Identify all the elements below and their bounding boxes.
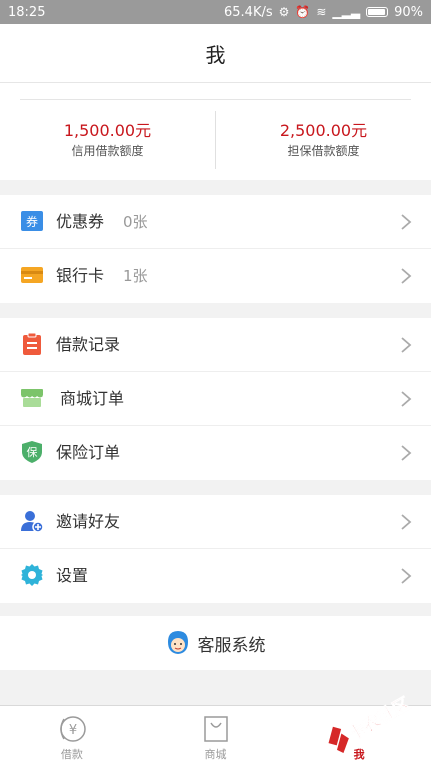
status-indicators: 65.4K/s ⚙ ⏰ ≋ ▁▂▃ 90% <box>224 5 423 20</box>
battery-level: 90% <box>394 4 423 20</box>
menu-item-label: 银行卡 <box>56 266 105 285</box>
store-icon <box>21 389 43 407</box>
guarantee-quota[interactable]: 2,500.00元 担保借款额度 <box>216 121 431 160</box>
coupon-count: 0张 <box>123 213 148 231</box>
credit-amount: 1,500.00元 <box>63 121 152 140</box>
battery-icon <box>366 7 389 17</box>
credit-label: 信用借款额度 <box>71 144 144 158</box>
svg-text:券: 券 <box>26 214 38 229</box>
chevron-right-icon <box>401 391 412 407</box>
settings-gear-icon <box>21 564 43 586</box>
bank-card-icon <box>21 267 43 283</box>
menu-group-orders: 借款记录 商城订单 保 保险订单 <box>0 318 431 480</box>
guarantee-label: 担保借款额度 <box>287 144 360 158</box>
network-speed: 65.4K/s <box>224 4 273 20</box>
menu-item-label: 保险订单 <box>56 443 121 462</box>
tab-mall[interactable]: 商城 <box>144 706 288 767</box>
credit-quota[interactable]: 1,500.00元 信用借款额度 <box>0 121 215 160</box>
settings-status-icon: ⚙ <box>278 5 290 19</box>
menu-item-label: 优惠券 <box>56 212 105 231</box>
page-title: 我 <box>205 42 226 67</box>
status-bar: 18:25 65.4K/s ⚙ ⏰ ≋ ▁▂▃ 90% <box>0 0 431 24</box>
menu-item-loan-records[interactable]: 借款记录 <box>0 318 431 372</box>
watermark-logo: 卡农社区 <box>328 693 414 754</box>
menu-item-mall-orders[interactable]: 商城订单 <box>0 372 431 426</box>
tab-loan[interactable]: ¥ 借款 <box>0 706 144 767</box>
menu-item-coupon[interactable]: 券 优惠券 0张 <box>0 195 431 249</box>
menu-item-bank-card[interactable]: 银行卡 1张 <box>0 249 431 303</box>
customer-service-button[interactable]: 客服系统 <box>0 616 431 670</box>
tab-label: 借款 <box>60 748 83 761</box>
alarm-icon: ⏰ <box>295 5 311 19</box>
page-header: 我 <box>0 24 431 83</box>
menu-item-label: 商城订单 <box>60 389 125 408</box>
chevron-right-icon <box>401 214 412 230</box>
menu-item-invite-friends[interactable]: 邀请好友 <box>0 495 431 549</box>
shopping-bag-icon <box>203 716 228 742</box>
tab-label: 商城 <box>204 748 227 761</box>
signal-icon: ▁▂▃ <box>332 5 361 19</box>
watermark-text: 卡农社区 <box>345 693 414 745</box>
wifi-icon: ≋ <box>316 5 327 19</box>
menu-item-settings[interactable]: 设置 <box>0 549 431 603</box>
customer-service-avatar-icon <box>167 631 188 654</box>
menu-item-label: 邀请好友 <box>56 512 121 531</box>
menu-item-label: 借款记录 <box>56 335 121 354</box>
invite-user-icon <box>21 511 44 533</box>
chevron-right-icon <box>401 268 412 284</box>
quota-top-divider <box>20 99 411 100</box>
chevron-right-icon <box>401 337 412 353</box>
menu-group-account: 邀请好友 设置 <box>0 495 431 603</box>
guarantee-amount: 2,500.00元 <box>279 121 368 140</box>
insurance-shield-icon: 保 <box>22 441 42 463</box>
svg-text:¥: ¥ <box>69 723 77 738</box>
svg-text:保: 保 <box>27 445 38 459</box>
chevron-right-icon <box>401 514 412 530</box>
chevron-right-icon <box>401 568 412 584</box>
clipboard-icon <box>23 332 41 355</box>
quota-panel: 1,500.00元 信用借款额度 2,500.00元 担保借款额度 <box>0 83 431 180</box>
chevron-right-icon <box>401 445 412 461</box>
yuan-coin-icon: ¥ <box>60 716 86 742</box>
bank-card-count: 1张 <box>123 267 148 285</box>
status-time: 18:25 <box>8 4 46 20</box>
menu-item-label: 设置 <box>56 566 89 585</box>
menu-item-insurance-orders[interactable]: 保 保险订单 <box>0 426 431 480</box>
menu-group-wallet: 券 优惠券 0张 银行卡 1张 <box>0 195 431 303</box>
customer-service-label: 客服系统 <box>197 635 266 656</box>
coupon-icon: 券 <box>21 211 43 231</box>
